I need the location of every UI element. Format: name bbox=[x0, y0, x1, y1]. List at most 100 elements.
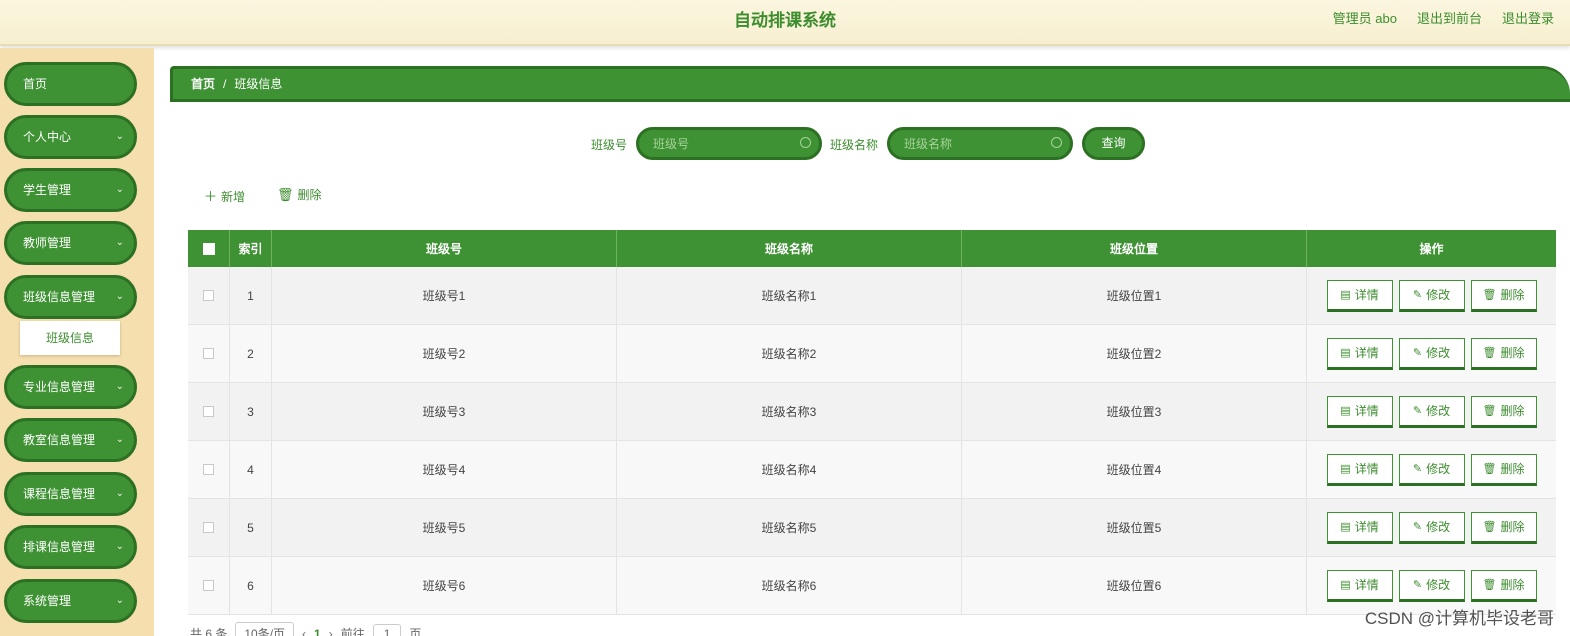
page-unit-label: 页 bbox=[409, 627, 422, 636]
table-row: 4 班级号4 班级名称4 班级位置4 ▤ 详情 ✎ 修改 🗑 删除 bbox=[188, 441, 1556, 499]
cell-index: 4 bbox=[230, 441, 272, 498]
edit-button[interactable]: ✎ 修改 bbox=[1398, 511, 1465, 544]
row-select-cell bbox=[188, 383, 230, 440]
row-select-cell bbox=[188, 499, 230, 556]
trash-icon: 🗑 bbox=[1482, 347, 1497, 359]
cell-class-name: 班级名称2 bbox=[617, 325, 962, 382]
document-icon: ▤ bbox=[1340, 347, 1351, 359]
table-header: 索引 班级号 班级名称 班级位置 操作 bbox=[188, 230, 1556, 267]
batch-delete-label: 删除 bbox=[297, 188, 322, 202]
pencil-icon: ✎ bbox=[1412, 579, 1423, 591]
sidebar-item-home[interactable]: 首页 bbox=[4, 62, 137, 106]
page-number[interactable]: 1 bbox=[314, 627, 321, 636]
sidebar-item-label: 班级信息管理 bbox=[23, 290, 96, 304]
edit-button[interactable]: ✎ 修改 bbox=[1398, 453, 1465, 486]
edit-label: 修改 bbox=[1426, 578, 1451, 592]
document-icon: ▤ bbox=[1340, 405, 1351, 417]
delete-button[interactable]: 🗑 删除 bbox=[1470, 511, 1537, 544]
cell-operations: ▤ 详情 ✎ 修改 🗑 删除 bbox=[1307, 325, 1556, 382]
sidebar-item-major-info-mgmt[interactable]: 专业信息管理 ⌄ bbox=[4, 365, 137, 409]
chevron-down-icon: ⌄ bbox=[115, 237, 124, 248]
breadcrumb-home[interactable]: 首页 bbox=[191, 77, 215, 91]
add-button-label: 新增 bbox=[221, 190, 246, 204]
sidebar-item-course-info-mgmt[interactable]: 课程信息管理 ⌄ bbox=[4, 472, 137, 516]
delete-button[interactable]: 🗑 删除 bbox=[1470, 337, 1537, 370]
cell-index: 6 bbox=[230, 557, 272, 614]
class-no-search-box bbox=[636, 127, 822, 160]
cell-class-name: 班级名称6 bbox=[617, 557, 962, 614]
delete-label: 删除 bbox=[1500, 288, 1525, 302]
watermark: CSDN @计算机毕设老哥 bbox=[1364, 609, 1554, 628]
next-page-icon[interactable]: › bbox=[329, 627, 333, 636]
row-checkbox[interactable] bbox=[203, 406, 214, 417]
detail-button[interactable]: ▤ 详情 bbox=[1326, 569, 1393, 602]
cell-operations: ▤ 详情 ✎ 修改 🗑 删除 bbox=[1307, 267, 1556, 324]
row-checkbox[interactable] bbox=[203, 290, 214, 301]
total-count: 共 6 条 bbox=[190, 627, 228, 636]
exit-to-front-link[interactable]: 退出到前台 bbox=[1417, 8, 1482, 27]
delete-label: 删除 bbox=[1500, 346, 1525, 360]
delete-label: 删除 bbox=[1500, 462, 1525, 476]
delete-button[interactable]: 🗑 删除 bbox=[1470, 569, 1537, 602]
sidebar-item-student-mgmt[interactable]: 学生管理 ⌄ bbox=[4, 168, 137, 212]
sidebar-item-teacher-mgmt[interactable]: 教师管理 ⌄ bbox=[4, 221, 137, 265]
batch-delete-button[interactable]: 🗑 删除 bbox=[277, 186, 322, 203]
breadcrumb-separator: / bbox=[223, 77, 227, 91]
logout-link[interactable]: 退出登录 bbox=[1502, 8, 1554, 27]
goto-page-input[interactable]: 1 bbox=[372, 623, 402, 636]
search-icon bbox=[1051, 137, 1062, 148]
add-button[interactable]: ＋新增 bbox=[204, 186, 245, 205]
document-icon: ▤ bbox=[1340, 579, 1351, 591]
detail-button[interactable]: ▤ 详情 bbox=[1326, 279, 1393, 312]
detail-button[interactable]: ▤ 详情 bbox=[1326, 337, 1393, 370]
table-row: 5 班级号5 班级名称5 班级位置5 ▤ 详情 ✎ 修改 🗑 删除 bbox=[188, 499, 1556, 557]
chevron-down-icon: ⌄ bbox=[115, 434, 124, 445]
delete-button[interactable]: 🗑 删除 bbox=[1470, 453, 1537, 486]
pencil-icon: ✎ bbox=[1412, 463, 1423, 475]
detail-button[interactable]: ▤ 详情 bbox=[1326, 395, 1393, 428]
header-select-all-cell bbox=[188, 230, 230, 267]
table-row: 3 班级号3 班级名称3 班级位置3 ▤ 详情 ✎ 修改 🗑 删除 bbox=[188, 383, 1556, 441]
row-select-cell bbox=[188, 557, 230, 614]
header-index: 索引 bbox=[230, 230, 272, 267]
edit-button[interactable]: ✎ 修改 bbox=[1398, 337, 1465, 370]
query-button[interactable]: 查询 bbox=[1082, 127, 1145, 160]
cell-index: 3 bbox=[230, 383, 272, 440]
edit-label: 修改 bbox=[1426, 346, 1451, 360]
row-checkbox[interactable] bbox=[203, 348, 214, 359]
row-checkbox[interactable] bbox=[203, 464, 214, 475]
detail-label: 详情 bbox=[1354, 520, 1379, 534]
cell-class-location: 班级位置2 bbox=[962, 325, 1307, 382]
prev-page-icon[interactable]: ‹ bbox=[302, 627, 306, 636]
row-checkbox[interactable] bbox=[203, 522, 214, 533]
edit-button[interactable]: ✎ 修改 bbox=[1398, 569, 1465, 602]
class-name-input[interactable] bbox=[890, 130, 1070, 157]
goto-label: 前往 bbox=[340, 627, 365, 636]
delete-button[interactable]: 🗑 删除 bbox=[1470, 279, 1537, 312]
sidebar-item-personal-center[interactable]: 个人中心 ⌄ bbox=[4, 115, 137, 159]
class-no-input[interactable] bbox=[639, 130, 819, 157]
sidebar-item-system-mgmt[interactable]: 系统管理 ⌄ bbox=[4, 579, 137, 623]
delete-button[interactable]: 🗑 删除 bbox=[1470, 395, 1537, 428]
breadcrumb: 首页 / 班级信息 bbox=[170, 66, 1570, 102]
submenu-item-class-info[interactable]: 班级信息 bbox=[20, 321, 120, 355]
detail-button[interactable]: ▤ 详情 bbox=[1326, 511, 1393, 544]
sidebar-item-class-info-mgmt[interactable]: 班级信息管理 ⌄ bbox=[4, 275, 137, 319]
edit-button[interactable]: ✎ 修改 bbox=[1398, 279, 1465, 312]
trash-icon: 🗑 bbox=[1482, 463, 1497, 475]
page-size-select[interactable]: 10条/页 bbox=[235, 622, 295, 636]
select-all-checkbox[interactable] bbox=[202, 242, 215, 255]
row-checkbox[interactable] bbox=[203, 580, 214, 591]
header-class-no: 班级号 bbox=[272, 230, 617, 267]
detail-label: 详情 bbox=[1354, 462, 1379, 476]
admin-user-label[interactable]: 管理员 abo bbox=[1333, 8, 1397, 27]
cell-operations: ▤ 详情 ✎ 修改 🗑 删除 bbox=[1307, 383, 1556, 440]
trash-icon: 🗑 bbox=[1482, 521, 1497, 533]
cell-class-no: 班级号1 bbox=[272, 267, 617, 324]
sidebar-item-label: 教师管理 bbox=[23, 236, 72, 250]
header-links: 管理员 abo 退出到前台 退出登录 bbox=[1333, 8, 1554, 27]
sidebar-item-schedule-info-mgmt[interactable]: 排课信息管理 ⌄ bbox=[4, 525, 137, 569]
edit-button[interactable]: ✎ 修改 bbox=[1398, 395, 1465, 428]
sidebar-item-classroom-info-mgmt[interactable]: 教室信息管理 ⌄ bbox=[4, 418, 137, 462]
detail-button[interactable]: ▤ 详情 bbox=[1326, 453, 1393, 486]
